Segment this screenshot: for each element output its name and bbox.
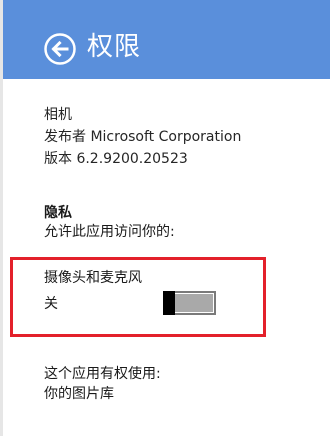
rights-item-pictures-library: 你的图片库: [44, 386, 114, 402]
rights-heading: 这个应用有权使用:: [44, 366, 161, 382]
page-title: 权限: [87, 32, 142, 62]
header-bar: 权限: [3, 0, 330, 79]
camera-mic-toggle[interactable]: [163, 291, 216, 315]
back-button[interactable]: [43, 32, 77, 66]
app-info: 相机 发布者 Microsoft Corporation 版本 6.2.9200…: [44, 104, 241, 170]
toggle-thumb[interactable]: [163, 291, 175, 315]
permissions-pane: 权限 相机 发布者 Microsoft Corporation 版本 6.2.9…: [0, 0, 330, 436]
camera-mic-state-label: 关: [44, 296, 58, 312]
camera-mic-setting-label: 摄像头和麦克风: [44, 270, 142, 286]
rights-section: 这个应用有权使用: 你的图片库: [44, 364, 161, 404]
app-name: 相机: [44, 107, 72, 123]
privacy-description: 允许此应用访问你的:: [44, 224, 175, 240]
back-arrow-circle-icon: [43, 32, 77, 66]
app-publisher: 发布者 Microsoft Corporation: [44, 129, 242, 145]
privacy-section: 隐私 允许此应用访问你的:: [44, 204, 175, 242]
privacy-title: 隐私: [44, 205, 72, 221]
app-version: 版本 6.2.9200.20523: [44, 151, 188, 167]
